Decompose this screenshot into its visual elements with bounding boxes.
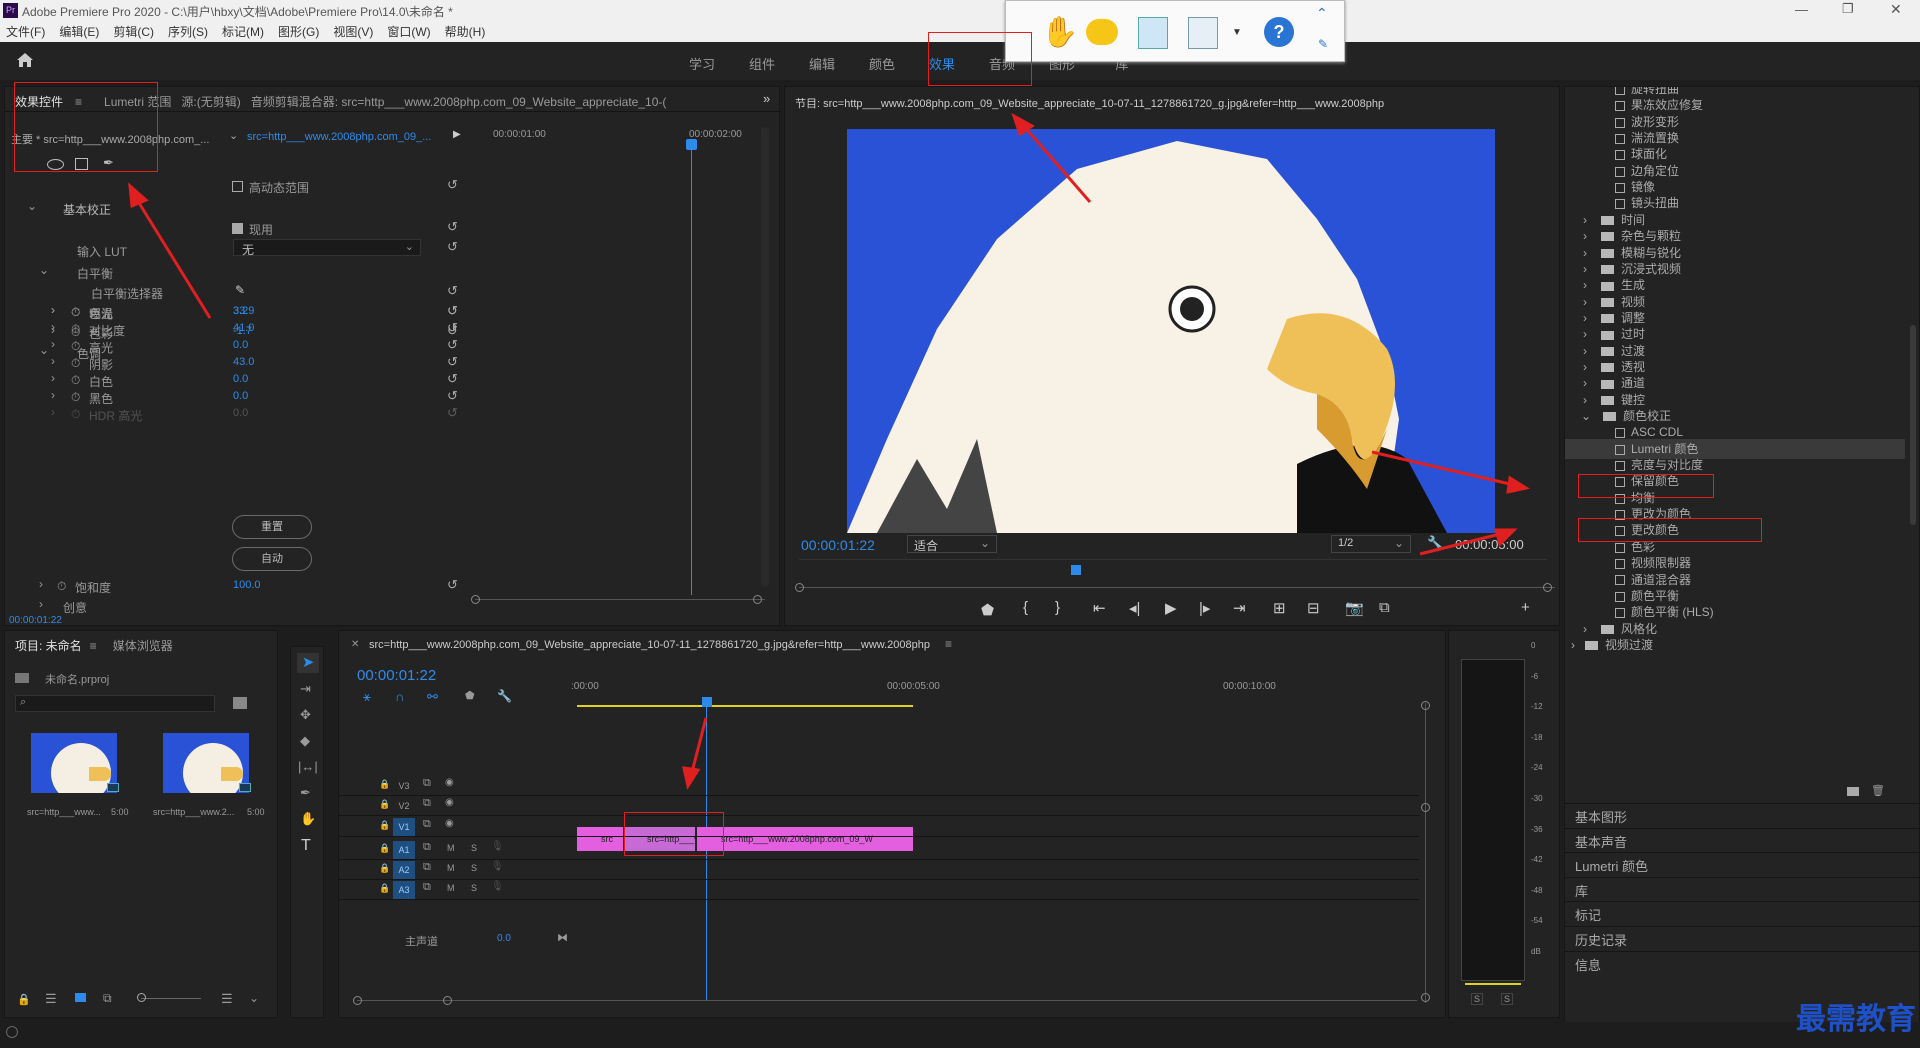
watermark: 最需教育: [1796, 1002, 1916, 1037]
annotation-arrows: [128, 112, 1530, 790]
